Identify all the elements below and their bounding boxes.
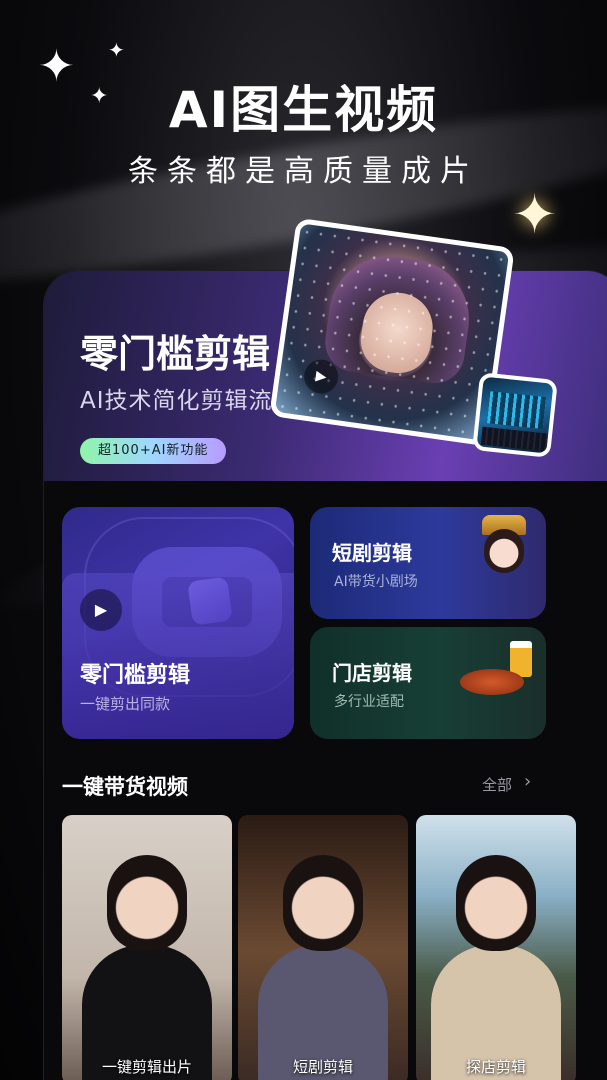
drama-edit-card[interactable]: 短剧剪辑 AI带货小剧场 [310, 507, 546, 619]
person-face [283, 855, 363, 951]
person-face [107, 855, 187, 951]
video-thumbnail[interactable]: 一键剪辑出片 [62, 815, 232, 1080]
banner-title: 零门槛剪辑 [80, 332, 271, 376]
thumbnail-caption: 探店剪辑 [465, 1058, 526, 1076]
monitor-icon [486, 391, 547, 429]
sparkle-icon: ✦ [108, 38, 125, 62]
card-subtitle: AI带货小剧场 [334, 574, 418, 590]
card-subtitle: 多行业适配 [334, 694, 404, 710]
banner-subtitle: AI技术简化剪辑流程 [80, 388, 297, 414]
hero-subtitle: 条条都是高质量成片 [128, 154, 479, 189]
food-illustration-icon [460, 641, 540, 701]
view-all-link[interactable]: 全部 [482, 774, 512, 795]
video-thumbnail[interactable]: 短剧剪辑 [238, 815, 408, 1080]
card-title: 门店剪辑 [332, 661, 412, 685]
video-thumbnail[interactable]: 探店剪辑 [416, 815, 576, 1080]
keyboard-icon [480, 426, 549, 452]
thumbnail-caption: 短剧剪辑 [292, 1058, 353, 1076]
empress-illustration-icon [474, 515, 534, 579]
skewers-icon [460, 669, 524, 695]
section-title: 一键带货视频 [62, 775, 188, 799]
play-icon[interactable]: ▶ [80, 589, 122, 631]
hero-title: AI图生视频 [168, 81, 439, 139]
thumbnail-caption: 一键剪辑出片 [101, 1058, 192, 1076]
editing-screen-thumbnail [472, 372, 558, 458]
feature-count-badge: 超100+AI新功能 [80, 438, 227, 464]
sparkle-icon: ✦ [512, 183, 558, 246]
card-title: 短剧剪辑 [332, 541, 412, 565]
card-title: 零门槛剪辑 [80, 663, 191, 688]
face-icon [484, 529, 524, 573]
person-face [456, 855, 536, 951]
snow-overlay [274, 223, 510, 441]
zero-threshold-edit-card[interactable]: ▶ 零门槛剪辑 一键剪出同款 [62, 507, 294, 739]
card-subtitle: 一键剪出同款 [80, 695, 171, 713]
store-edit-card[interactable]: 门店剪辑 多行业适配 [310, 627, 546, 739]
chevron-right-icon[interactable]: › [524, 771, 531, 792]
